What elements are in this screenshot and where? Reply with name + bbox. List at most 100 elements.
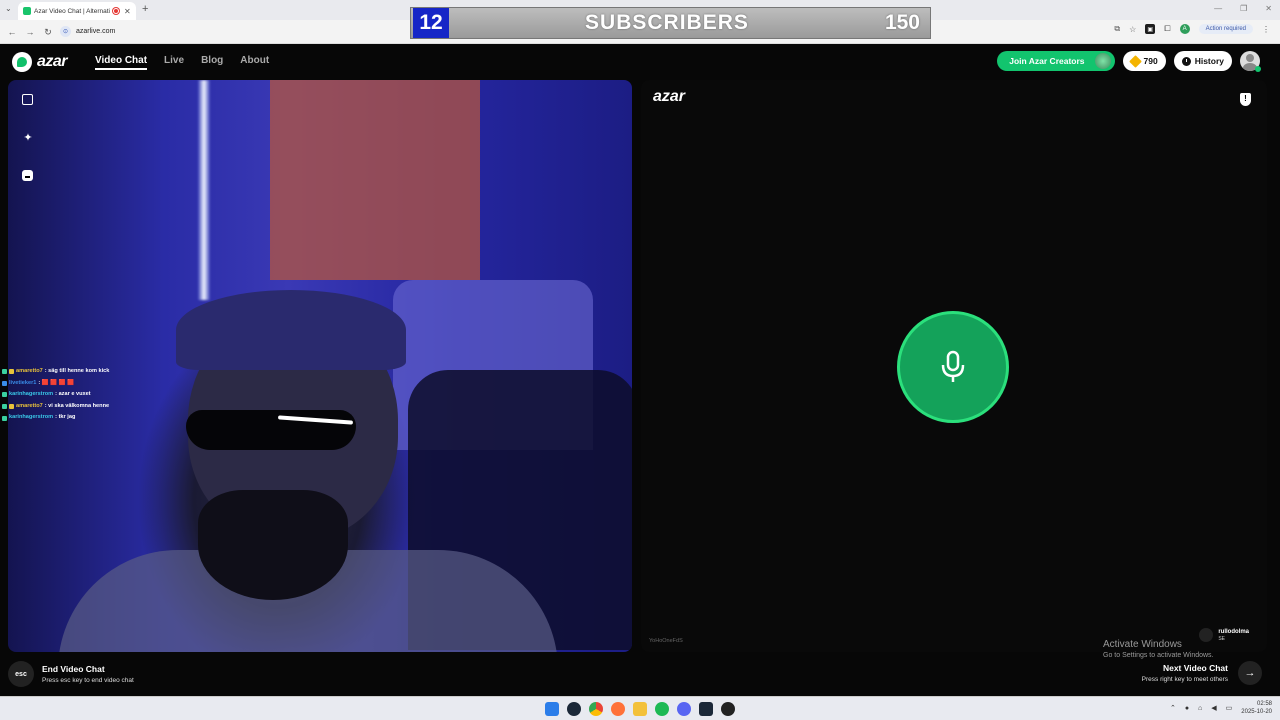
join-creators-button[interactable]: Join Azar Creators [997, 51, 1115, 71]
chat-text: : azar e vuxet [55, 391, 91, 398]
logo-text: azar [37, 53, 68, 70]
url-text: azarlive.com [76, 28, 116, 35]
spotify-icon[interactable] [655, 702, 669, 716]
effects-button[interactable]: ✦ [22, 132, 34, 144]
chat-user: karinhagerstrom [9, 414, 54, 421]
report-shield-icon[interactable]: ! [1240, 93, 1251, 106]
chat-user: amaretto7 [16, 402, 43, 409]
activate-sub: Go to Settings to activate Windows. [1103, 652, 1214, 659]
chat-text: : säg till henne kom kick [44, 368, 110, 374]
chat-message: livetieker1 : 🟥 🟥 🟥 🟥 [2, 378, 109, 390]
online-status-dot [1255, 66, 1261, 72]
chat-text: : tkr jag [55, 414, 76, 421]
creator-badge-icon [1094, 53, 1111, 69]
chat-message: karinhagerstrom : tkr jag [2, 412, 109, 424]
extension-area: ⧉ ☆ ▣ ⧠ A Action required ⋮ [1114, 24, 1270, 34]
face-mask-icon [22, 170, 33, 181]
bookmark-star-icon[interactable]: ☆ [1129, 25, 1136, 34]
join-creators-label: Join Azar Creators [1009, 56, 1085, 66]
chat-user: karinhagerstrom [9, 391, 54, 398]
extension-icon[interactable]: ▣ [1145, 24, 1156, 34]
next-chat-title: Next Video Chat [1162, 663, 1228, 673]
maximize-icon[interactable]: ❐ [1240, 4, 1247, 13]
site-info-icon[interactable]: ⊙ [60, 26, 71, 37]
reload-icon[interactable]: ↻ [42, 27, 54, 38]
gems-button[interactable]: 790 [1122, 51, 1166, 71]
next-chat-control[interactable]: Next Video Chat Press right key to meet … [1142, 661, 1262, 685]
minimize-icon[interactable]: — [1214, 4, 1222, 13]
partner-country: SE [1218, 635, 1225, 642]
cast-icon[interactable]: ⧉ [1114, 24, 1120, 34]
action-required-button[interactable]: Action required [1198, 24, 1253, 34]
esc-key-button[interactable]: esc [8, 661, 34, 687]
nav-video-chat[interactable]: Video Chat [95, 55, 148, 70]
clock-time: 02:58 [1256, 701, 1272, 707]
tray-chevron-icon[interactable]: ⌃ [1170, 704, 1176, 712]
chat-badge-icon [2, 392, 7, 398]
steam-app-icon[interactable] [699, 702, 713, 716]
header-actions: Join Azar Creators 790 History [997, 51, 1261, 72]
profile-icon[interactable]: A [1179, 24, 1190, 34]
obs-icon[interactable] [721, 702, 735, 716]
discord-icon[interactable] [677, 702, 691, 716]
recording-icon [113, 8, 120, 14]
window-controls: — ❐ ✕ [1214, 4, 1272, 13]
nav-blog[interactable]: Blog [201, 55, 223, 70]
user-menu[interactable] [1240, 51, 1261, 72]
extensions-puzzle-icon[interactable]: ⧠ [1164, 24, 1170, 34]
close-tab-icon[interactable]: ✕ [124, 7, 131, 16]
partner-name: rullodolma [1218, 628, 1249, 635]
chat-badge-icon [9, 369, 14, 375]
battery-icon[interactable]: ▭ [1226, 704, 1233, 712]
firefox-icon[interactable] [611, 702, 625, 716]
network-icon[interactable]: ⌂ [1198, 705, 1202, 712]
chat-badge-icon [9, 404, 14, 410]
chat-user: amaretto7 [16, 368, 43, 374]
stream-chat: amaretto7 : säg till henne kom kick live… [2, 366, 109, 424]
microphone-indicator [897, 311, 1009, 423]
file-explorer-icon[interactable] [633, 702, 647, 716]
gem-icon [1128, 54, 1142, 68]
mask-button[interactable] [22, 170, 34, 182]
clock-icon [1181, 56, 1191, 66]
end-chat-title: End Video Chat [42, 664, 105, 674]
new-tab-button[interactable]: + [142, 3, 148, 15]
mic-tray-icon[interactable]: ● [1185, 705, 1189, 712]
subscriber-count: 12 [413, 8, 449, 38]
beard [198, 490, 348, 600]
azar-logo[interactable]: azar [12, 52, 68, 72]
back-icon[interactable]: ← [6, 27, 18, 37]
microphone-icon [941, 350, 965, 382]
favicon-icon [23, 7, 31, 15]
partner-logo: azar [653, 88, 686, 105]
volume-icon[interactable]: ◀ [1211, 704, 1216, 712]
activate-windows-watermark: Activate Windows Go to Settings to activ… [1103, 639, 1214, 659]
nav-live[interactable]: Live [164, 55, 184, 70]
chrome-icon[interactable] [589, 702, 603, 716]
start-icon[interactable] [545, 702, 559, 716]
tab-search-icon[interactable]: ⌄ [5, 4, 12, 13]
history-button[interactable]: History [1173, 51, 1232, 71]
close-window-icon[interactable]: ✕ [1265, 4, 1272, 13]
chat-message: karinhagerstrom : azar e vuxet [2, 389, 109, 401]
subscriber-label: SUBSCRIBERS [585, 11, 749, 34]
taskbar: ⌃ ● ⌂ ◀ ▭ 02:58 2025-10-20 [0, 696, 1280, 720]
chat-text: : 🟥 🟥 🟥 🟥 [38, 379, 75, 386]
site-header: azar Video Chat Live Blog About Join Aza… [0, 44, 1280, 80]
clock[interactable]: 02:58 2025-10-20 [1241, 700, 1272, 716]
chat-message: amaretto7 : vi ska välkomna henne [2, 401, 109, 413]
nav-about[interactable]: About [240, 55, 269, 70]
taskbar-apps [545, 702, 735, 716]
azar-app: azar Video Chat Live Blog About Join Aza… [0, 44, 1280, 696]
fullscreen-button[interactable] [22, 94, 34, 106]
end-chat-hint: Press esc key to end video chat [42, 677, 134, 684]
end-chat-control[interactable]: esc End Video Chat Press esc key to end … [8, 661, 134, 687]
menu-icon[interactable]: ⋮ [1262, 25, 1270, 34]
steam-icon[interactable] [567, 702, 581, 716]
chat-message: amaretto7 : säg till henne kom kick [2, 366, 109, 378]
browser-tab[interactable]: Azar Video Chat | Alternati ✕ [18, 2, 136, 20]
history-label: History [1194, 56, 1224, 66]
forward-icon[interactable]: → [24, 27, 36, 37]
partner-video: azar ! YoHoOneFdS rullodolma SE [641, 80, 1267, 652]
next-arrow-button[interactable]: → [1238, 661, 1262, 685]
